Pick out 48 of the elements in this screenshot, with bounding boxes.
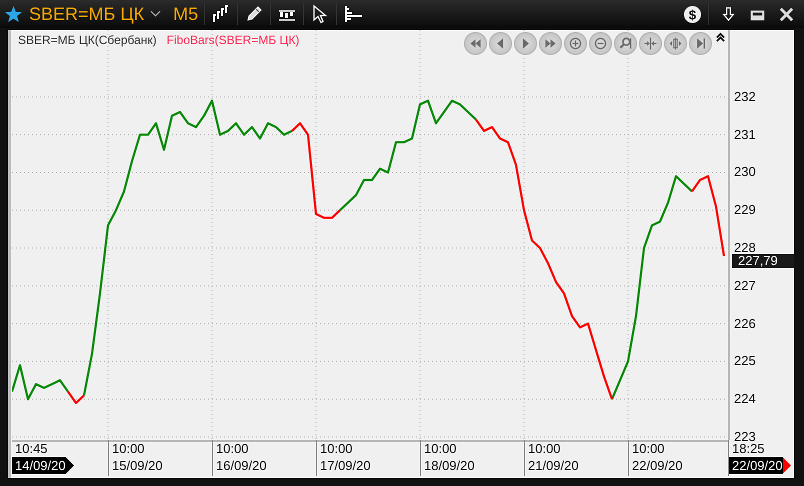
- minus-icon: [592, 35, 609, 52]
- axis-label: 225: [734, 353, 756, 370]
- dollar-icon[interactable]: $: [683, 4, 702, 24]
- axis-label: 10:00: [528, 440, 562, 457]
- axis-label: 223: [734, 428, 756, 444]
- axis-label: 10:00: [320, 440, 354, 457]
- compress-button[interactable]: [639, 32, 662, 55]
- axis-label: 10:00: [632, 440, 666, 457]
- arrows-inward-icon: [642, 35, 659, 52]
- axis-label: 18:25: [732, 441, 766, 457]
- axis-label: 229: [734, 202, 756, 218]
- symbol-label[interactable]: SBER=МБ ЦК: [29, 4, 144, 24]
- axis-label: 226: [734, 316, 756, 332]
- scroll-right-button[interactable]: [514, 32, 537, 55]
- axis-label: 231: [734, 126, 756, 143]
- axis-label: 224: [734, 391, 756, 408]
- scroll-start-button[interactable]: [464, 32, 487, 55]
- date-label: 17/09/20: [320, 457, 371, 474]
- bar-levels-icon[interactable]: [343, 4, 364, 24]
- axis-label: 10:00: [112, 440, 146, 457]
- double-chevron-up-icon[interactable]: [716, 32, 725, 43]
- zoom-out-button[interactable]: [589, 32, 612, 55]
- axis-label: 227: [734, 278, 756, 294]
- date-label: 22/09/20: [632, 457, 683, 474]
- date-label: 15/09/20: [112, 457, 163, 474]
- axis-label: 10:45: [15, 440, 49, 457]
- axis-label: 10:00: [216, 440, 250, 457]
- axis-label: 228: [734, 240, 756, 256]
- plus-icon: [567, 35, 584, 52]
- legend-label: SBER=МБ ЦК(Сбербанк): [18, 33, 157, 47]
- axis-label: 10:00: [424, 440, 458, 457]
- expand-button[interactable]: [664, 32, 687, 55]
- go-to-end-button[interactable]: [689, 32, 712, 55]
- arrows-outward-icon: [667, 35, 684, 52]
- axis-label: 230: [734, 164, 756, 180]
- timeframe-label[interactable]: M5: [173, 4, 198, 24]
- date-label: 21/09/20: [528, 457, 579, 474]
- scroll-end-button[interactable]: [539, 32, 562, 55]
- zoom-in-button[interactable]: [564, 32, 587, 55]
- date-label: 18/09/20: [424, 457, 475, 474]
- scroll-left-button[interactable]: [489, 32, 512, 55]
- date-label: 16/09/20: [216, 457, 267, 474]
- star-icon[interactable]: [4, 4, 23, 24]
- axis-label: 232: [734, 88, 756, 105]
- price-tag: 227,79: [732, 254, 794, 268]
- legend-label: FiboBars(SBER=МБ ЦК): [166, 33, 300, 47]
- zoom-fit-button[interactable]: [614, 32, 637, 55]
- chevron-down-icon[interactable]: [150, 10, 162, 18]
